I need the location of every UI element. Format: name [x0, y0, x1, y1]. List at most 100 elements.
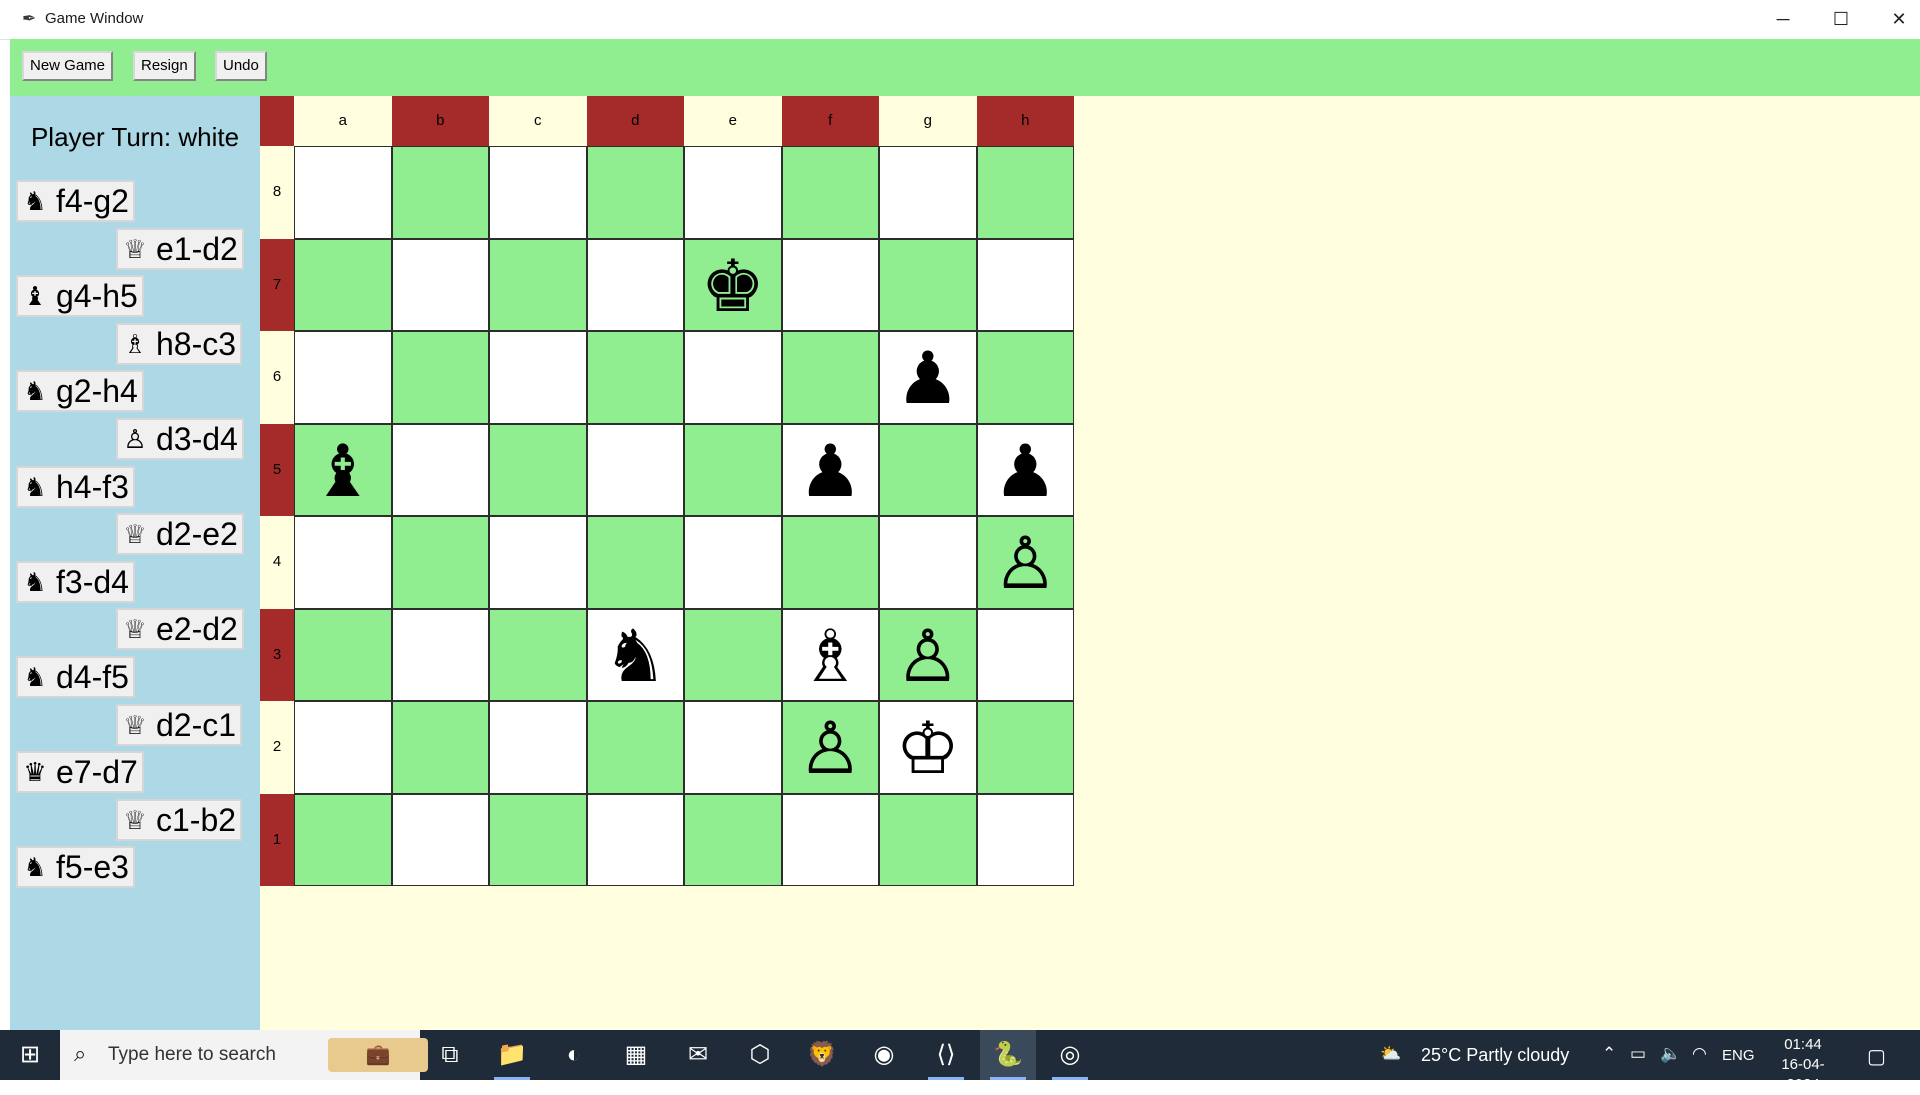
square-d8[interactable] — [586, 146, 684, 239]
task-view-icon[interactable]: ⧉ — [422, 1030, 478, 1080]
store-icon[interactable]: ▦ — [608, 1030, 664, 1080]
black-pawn-icon[interactable]: ♟ — [783, 425, 879, 518]
square-a4[interactable] — [294, 516, 392, 609]
white-king-icon[interactable]: ♔ — [880, 702, 976, 795]
square-b5[interactable] — [391, 423, 489, 516]
square-f4[interactable] — [781, 516, 879, 609]
chrome-profile-icon[interactable]: ◎ — [1042, 1030, 1098, 1080]
file-explorer-icon[interactable]: 📁 — [484, 1030, 540, 1080]
weather-icon[interactable]: ⛅ — [1380, 1044, 1401, 1064]
square-g5[interactable] — [879, 423, 977, 516]
close-button[interactable]: ✕ — [1870, 0, 1920, 39]
brave-icon[interactable]: 🦁 — [794, 1030, 850, 1080]
square-d1[interactable] — [586, 793, 684, 886]
chrome-icon[interactable]: ◉ — [856, 1030, 912, 1080]
undo-button[interactable]: Undo — [215, 51, 267, 81]
square-g7[interactable] — [879, 238, 977, 331]
black-knight-icon[interactable]: ♞ — [588, 610, 684, 703]
square-a3[interactable] — [294, 608, 392, 701]
square-a5[interactable]: ♝ — [294, 423, 392, 518]
square-c3[interactable] — [489, 608, 587, 701]
black-pawn-icon[interactable]: ♟ — [978, 425, 1074, 518]
square-d5[interactable] — [586, 423, 684, 516]
square-f8[interactable] — [781, 146, 879, 239]
white-bishop-icon[interactable]: ♗ — [783, 610, 879, 703]
square-d7[interactable] — [586, 238, 684, 331]
square-h7[interactable] — [976, 238, 1074, 331]
square-d2[interactable] — [586, 701, 684, 794]
square-c8[interactable] — [489, 146, 587, 239]
square-e7[interactable]: ♚ — [684, 238, 782, 333]
square-b8[interactable] — [391, 146, 489, 239]
clock[interactable]: 01:44 16-04-2024 — [1768, 1035, 1838, 1095]
language-indicator[interactable]: ENG — [1722, 1047, 1755, 1064]
square-g3[interactable]: ♙ — [879, 608, 977, 703]
square-g6[interactable]: ♟ — [879, 331, 977, 424]
square-c7[interactable] — [489, 238, 587, 331]
windows-start-icon[interactable]: ⊞ — [0, 1030, 60, 1080]
square-a7[interactable] — [294, 238, 392, 331]
square-b3[interactable] — [391, 608, 489, 701]
square-c5[interactable] — [489, 423, 587, 516]
square-f3[interactable]: ♗ — [781, 608, 879, 703]
square-f1[interactable] — [781, 793, 879, 886]
minimize-button[interactable]: ─ — [1754, 0, 1812, 39]
square-f6[interactable] — [781, 331, 879, 424]
square-b2[interactable] — [391, 701, 489, 794]
square-e3[interactable] — [684, 608, 782, 701]
volume-icon[interactable]: 🔈 — [1660, 1044, 1681, 1064]
square-h3[interactable] — [976, 608, 1074, 701]
square-h4[interactable]: ♙ — [976, 516, 1074, 610]
black-bishop-icon[interactable]: ♝ — [295, 425, 391, 518]
maximize-button[interactable]: ☐ — [1812, 0, 1870, 39]
search-box[interactable]: ⌕ Type here to search 💼 — [60, 1030, 428, 1080]
square-f5[interactable]: ♟ — [781, 423, 879, 518]
notification-icon[interactable]: ▢ — [1867, 1044, 1886, 1069]
black-king-icon[interactable]: ♚ — [685, 240, 781, 333]
square-b6[interactable] — [391, 331, 489, 424]
square-e5[interactable] — [684, 423, 782, 516]
square-f7[interactable] — [781, 238, 879, 331]
battery-icon[interactable]: ▭ — [1630, 1044, 1646, 1064]
square-a2[interactable] — [294, 701, 392, 794]
square-h1[interactable] — [976, 793, 1074, 886]
square-d4[interactable] — [586, 516, 684, 609]
square-g2[interactable]: ♔ — [879, 701, 977, 794]
square-e8[interactable] — [684, 146, 782, 239]
square-b1[interactable] — [391, 793, 489, 886]
wifi-icon[interactable]: ◠ — [1692, 1044, 1707, 1064]
square-h6[interactable] — [976, 331, 1074, 424]
square-h2[interactable] — [976, 701, 1074, 794]
square-c4[interactable] — [489, 516, 587, 609]
python-icon[interactable]: 🐍 — [980, 1030, 1036, 1080]
square-a8[interactable] — [294, 146, 392, 239]
square-c1[interactable] — [489, 793, 587, 886]
square-c2[interactable] — [489, 701, 587, 794]
square-d6[interactable] — [586, 331, 684, 424]
square-g8[interactable] — [879, 146, 977, 239]
square-g4[interactable] — [879, 516, 977, 609]
square-g1[interactable] — [879, 793, 977, 886]
square-h5[interactable]: ♟ — [976, 423, 1074, 518]
white-pawn-icon[interactable]: ♙ — [978, 517, 1074, 610]
new-game-button[interactable]: New Game — [22, 51, 114, 81]
edge-icon[interactable]: ◐ — [546, 1030, 602, 1080]
square-e1[interactable] — [684, 793, 782, 886]
square-e6[interactable] — [684, 331, 782, 424]
white-pawn-icon[interactable]: ♙ — [880, 610, 976, 703]
square-h8[interactable] — [976, 146, 1074, 239]
square-d3[interactable]: ♞ — [586, 608, 684, 703]
weather-text[interactable]: 25°C Partly cloudy — [1421, 1045, 1569, 1066]
black-pawn-icon[interactable]: ♟ — [880, 332, 976, 425]
square-c6[interactable] — [489, 331, 587, 424]
white-pawn-icon[interactable]: ♙ — [783, 702, 879, 795]
square-e4[interactable] — [684, 516, 782, 609]
square-e2[interactable] — [684, 701, 782, 794]
square-b7[interactable] — [391, 238, 489, 331]
vscode-icon[interactable]: ⟨⟩ — [918, 1030, 974, 1080]
square-a1[interactable] — [294, 793, 392, 886]
square-b4[interactable] — [391, 516, 489, 609]
square-f2[interactable]: ♙ — [781, 701, 879, 795]
square-a6[interactable] — [294, 331, 392, 424]
app-icon[interactable]: ⬡ — [732, 1030, 788, 1080]
